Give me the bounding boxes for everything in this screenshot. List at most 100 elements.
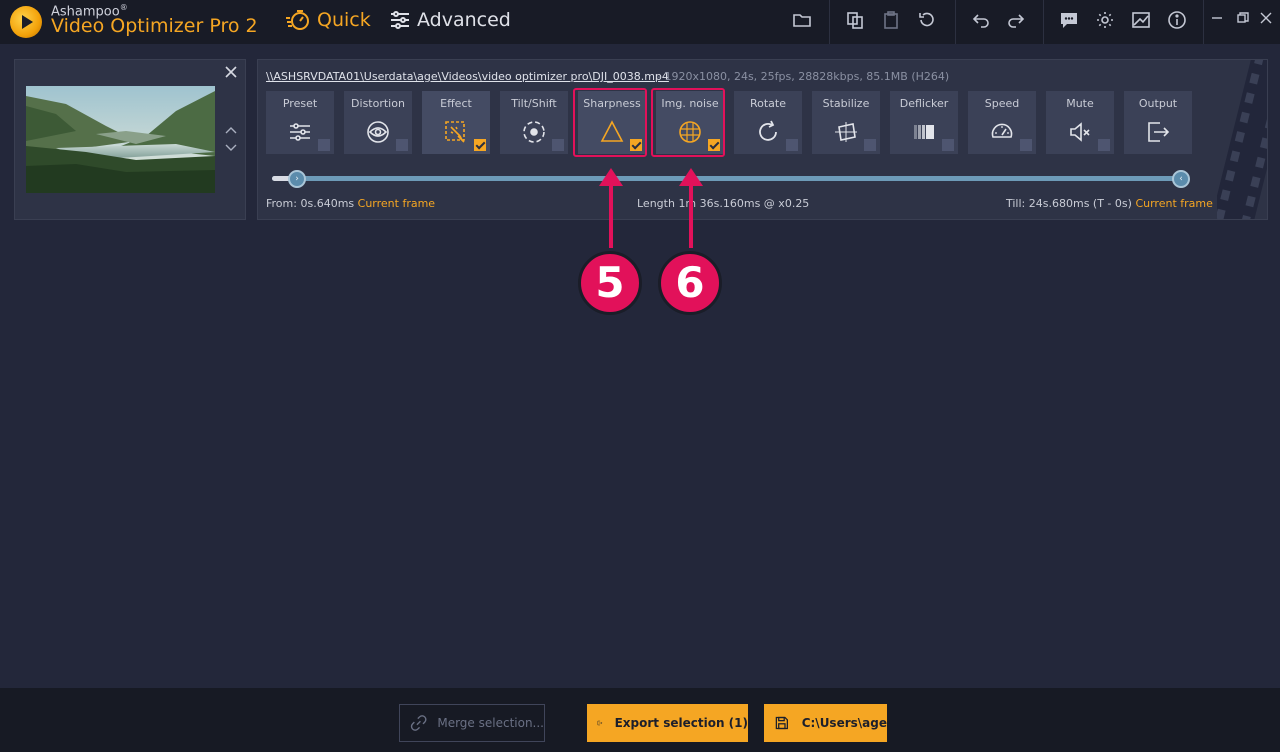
video-thumbnail[interactable] [26, 86, 215, 193]
remove-video-icon[interactable] [225, 66, 237, 78]
file-path-link[interactable]: \\ASHSRVDATA01\Userdata\age\Videos\video… [266, 70, 669, 83]
tool-checkbox[interactable] [396, 139, 408, 151]
merge-selection-button[interactable]: Merge selection... [399, 704, 545, 742]
undo-icon[interactable] [971, 10, 991, 30]
sharpness-highlight [573, 88, 647, 157]
file-meta: - 1920x1080, 24s, 25fps, 28828kbps, 85.1… [657, 70, 950, 83]
callout-arrow-6 [679, 168, 703, 248]
video-settings-panel: \\ASHSRVDATA01\Userdata\age\Videos\video… [257, 59, 1268, 220]
tool-label: Stabilize [822, 97, 870, 110]
mode-advanced-tab[interactable]: Advanced [389, 9, 511, 31]
stopwatch-icon [286, 10, 309, 30]
tool-checkbox[interactable] [1020, 139, 1032, 151]
copy-icon[interactable] [845, 10, 865, 30]
export-icon [597, 720, 603, 726]
info-icon[interactable] [1167, 10, 1187, 30]
film-strip-decoration [1217, 60, 1267, 219]
toolbar-separator [829, 0, 830, 44]
tool-rotate[interactable]: Rotate [734, 91, 802, 154]
redo-icon[interactable] [1006, 10, 1026, 30]
from-value: 0s.640ms [300, 197, 355, 210]
restore-icon [1237, 12, 1249, 23]
clipboard-icon[interactable] [881, 10, 901, 30]
statistics-icon[interactable] [1131, 10, 1151, 30]
app-title: Video Optimizer Pro 2 [51, 15, 258, 37]
tool-label: Deflicker [899, 97, 949, 110]
tool-mute[interactable]: Mute [1046, 91, 1114, 154]
tool-tilt-shift[interactable]: Tilt/Shift [500, 91, 568, 154]
timeline-track[interactable] [272, 176, 1182, 181]
till-current-frame-link[interactable]: Current frame [1135, 197, 1212, 210]
close-icon [1260, 12, 1272, 24]
output-folder-label: C:\Users\age [801, 716, 887, 730]
folder-icon[interactable] [792, 10, 812, 30]
image-noise-highlight [651, 88, 725, 157]
from-current-frame-link[interactable]: Current frame [358, 197, 435, 210]
tool-checkbox[interactable] [942, 139, 954, 151]
tool-bar: Preset Distortion Effect Tilt/Shift Shar… [266, 91, 1192, 154]
tool-preset[interactable]: Preset [266, 91, 334, 154]
magic-frame-icon [445, 121, 465, 143]
bottom-bar: Merge selection... Export selection (1) … [0, 688, 1280, 752]
till-label: Till: [1006, 197, 1026, 210]
tool-checkbox[interactable] [552, 139, 564, 151]
speaker-mute-icon [1070, 122, 1090, 142]
tool-checkbox[interactable] [1098, 139, 1110, 151]
speedometer-icon [991, 123, 1013, 138]
feedback-icon[interactable] [1059, 10, 1079, 30]
tool-label: Effect [440, 97, 472, 110]
tool-distortion[interactable]: Distortion [344, 91, 412, 154]
till-value: 24s.680ms (T - 0s) [1028, 197, 1132, 210]
sliders-icon [290, 123, 310, 141]
stabilize-icon [835, 122, 857, 142]
focus-circle-icon [523, 121, 545, 143]
timeline-end-handle[interactable]: ‹ [1172, 170, 1190, 188]
mode-quick-tab[interactable]: Quick [285, 9, 371, 31]
export-selection-label: Export selection (1) [614, 716, 748, 730]
move-up-icon[interactable] [225, 126, 237, 134]
merge-selection-label: Merge selection... [437, 716, 544, 730]
from-label: From: [266, 197, 297, 210]
tool-checkbox[interactable] [864, 139, 876, 151]
tool-checkbox[interactable] [786, 139, 798, 151]
tool-label: Tilt/Shift [511, 97, 557, 110]
save-disk-icon [775, 716, 788, 730]
move-down-icon[interactable] [225, 144, 237, 152]
tool-output[interactable]: Output [1124, 91, 1192, 154]
rotate-icon [759, 120, 777, 141]
export-selection-button[interactable]: Export selection (1) [587, 704, 748, 742]
output-folder-button[interactable]: C:\Users\age [764, 704, 887, 742]
tool-checkbox[interactable] [318, 139, 330, 151]
tool-speed[interactable]: Speed [968, 91, 1036, 154]
tool-effect[interactable]: Effect [422, 91, 490, 154]
tool-checkbox-checked[interactable] [474, 139, 486, 151]
callout-badge-6: 6 [658, 251, 722, 315]
mode-quick-label: Quick [317, 9, 371, 31]
minimize-icon [1212, 17, 1222, 19]
till-info: Till: 24s.680ms (T - 0s) Current frame [1006, 197, 1213, 210]
toolbar-separator [1043, 0, 1044, 44]
from-info: From: 0s.640ms Current frame [266, 197, 435, 210]
eye-lens-icon [367, 121, 389, 143]
deflicker-icon [914, 125, 934, 139]
callout-badge-5: 5 [578, 251, 642, 315]
tool-label: Output [1138, 97, 1178, 110]
reset-icon[interactable] [917, 10, 937, 30]
tool-label: Distortion [351, 97, 405, 110]
link-icon [410, 715, 427, 731]
timeline-start-handle[interactable]: › [288, 170, 306, 188]
tool-deflicker[interactable]: Deflicker [890, 91, 958, 154]
title-bar: Ashampoo® Video Optimizer Pro 2 Quick Ad… [0, 0, 1280, 44]
gear-icon[interactable] [1095, 10, 1115, 30]
tool-label: Rotate [749, 97, 786, 110]
output-icon [1148, 122, 1170, 142]
tool-stabilize[interactable]: Stabilize [812, 91, 880, 154]
toolbar-separator [955, 0, 956, 44]
callout-arrow-5 [599, 168, 623, 248]
sliders-icon [391, 11, 409, 29]
tool-label: Preset [282, 97, 318, 110]
app-logo-icon [10, 6, 42, 38]
close-button[interactable] [1252, 0, 1280, 36]
tool-label: Mute [1066, 97, 1094, 110]
length-info: Length 1m 36s.160ms @ x0.25 [637, 197, 810, 210]
